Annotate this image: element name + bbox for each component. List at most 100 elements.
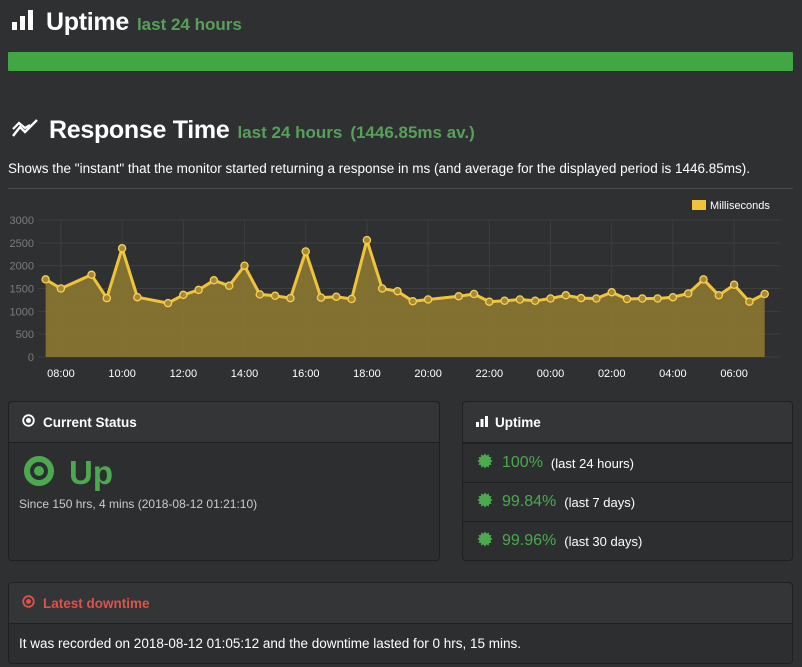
x-tick-label: 12:00 <box>170 368 198 380</box>
x-tick-label: 18:00 <box>353 368 381 380</box>
certificate-icon <box>477 530 493 552</box>
data-point <box>638 294 647 303</box>
data-point <box>576 293 586 303</box>
data-point <box>653 294 662 303</box>
data-point <box>270 291 280 301</box>
data-point <box>332 292 341 301</box>
x-tick-label: 08:00 <box>47 368 75 380</box>
response-time-title: Response Time <box>49 116 230 144</box>
y-tick-label: 0 <box>28 352 34 364</box>
latest-downtime-panel: Latest downtime It was recorded on 2018-… <box>8 582 793 664</box>
data-point <box>699 275 708 284</box>
data-point <box>530 296 540 306</box>
y-tick-label: 1500 <box>10 284 34 296</box>
current-status-heading: Current Status <box>43 414 137 430</box>
x-tick-label: 06:00 <box>720 368 748 380</box>
uptime-row: 100% (last 24 hours) <box>463 443 792 482</box>
x-tick-label: 04:00 <box>659 368 687 380</box>
x-tick-label: 02:00 <box>598 368 626 380</box>
data-point <box>87 270 96 280</box>
dot-circle-icon <box>22 595 35 611</box>
y-tick-label: 1000 <box>10 306 34 318</box>
uptime-panel-header: Uptime <box>463 402 792 443</box>
data-point <box>347 294 356 304</box>
legend-label: Milliseconds <box>710 200 770 212</box>
data-point <box>469 289 479 299</box>
data-point <box>179 290 188 300</box>
current-status-panel: Current Status Up Since 150 hrs, 4 mins … <box>8 401 440 561</box>
uptime-percent: 99.96% <box>502 532 557 549</box>
status-dot-icon <box>23 455 55 492</box>
latest-downtime-header: Latest downtime <box>9 583 792 624</box>
data-point <box>393 286 402 296</box>
data-point <box>56 284 66 293</box>
data-point <box>194 285 203 295</box>
uptime-period-label: (last 30 days) <box>564 533 643 549</box>
current-status-header: Current Status <box>9 402 439 443</box>
data-point <box>362 235 372 245</box>
x-tick-label: 10:00 <box>108 368 136 380</box>
uptime-panel-heading: Uptime <box>495 414 541 430</box>
divider <box>8 188 793 189</box>
uptime-bar <box>8 52 793 71</box>
uptime-period-label: (last 7 days) <box>564 494 636 510</box>
uptime-row: 99.84% (last 7 days) <box>463 482 792 521</box>
data-point <box>500 296 509 306</box>
uptime-header: Uptime last 24 hours <box>12 8 242 37</box>
data-point <box>240 261 249 270</box>
status-indicator: Up <box>23 454 113 492</box>
x-tick-label: 14:00 <box>231 368 259 380</box>
legend-swatch <box>692 200 706 210</box>
data-point <box>163 298 173 308</box>
data-point <box>377 284 387 293</box>
data-point <box>561 291 571 300</box>
data-point <box>622 294 632 304</box>
data-point <box>454 292 463 301</box>
uptime-percent: 100% <box>502 454 543 471</box>
data-point <box>714 291 724 300</box>
data-point <box>133 292 142 302</box>
data-point <box>102 293 112 303</box>
certificate-icon <box>477 452 493 474</box>
uptime-period-label: (last 24 hours) <box>550 455 635 471</box>
data-point <box>760 289 769 299</box>
data-point <box>485 297 494 306</box>
response-time-average: (1446.85ms av.) <box>350 123 475 142</box>
bar-chart-icon <box>12 10 34 35</box>
data-point <box>117 244 127 253</box>
data-point <box>745 297 754 306</box>
uptime-row: 99.96% (last 30 days) <box>463 521 792 560</box>
data-point <box>668 292 678 302</box>
response-time-description: Shows the "instant" that the monitor sta… <box>8 161 750 176</box>
line-chart-icon <box>12 118 39 143</box>
certificate-icon <box>477 491 493 513</box>
status-state: Up <box>69 454 113 491</box>
uptime-title: Uptime <box>46 8 129 36</box>
y-tick-label: 3000 <box>10 215 34 227</box>
x-tick-label: 16:00 <box>292 368 320 380</box>
x-tick-label: 00:00 <box>537 368 565 380</box>
data-point <box>408 297 418 306</box>
dot-circle-icon <box>22 414 35 430</box>
data-point <box>515 295 525 304</box>
uptime-panel: Uptime 100% (last 24 hours) 99.84% (last… <box>462 401 793 561</box>
response-time-period: last 24 hours <box>237 123 343 142</box>
data-point <box>41 275 50 284</box>
data-point <box>209 276 219 285</box>
data-point <box>607 287 616 297</box>
data-point <box>316 293 326 302</box>
y-tick-label: 500 <box>16 329 34 341</box>
uptime-period: last 24 hours <box>136 15 242 34</box>
response-time-header: Response Time last 24 hours (1446.85ms a… <box>12 116 475 145</box>
uptime-percent: 99.84% <box>502 493 557 510</box>
data-point <box>423 295 433 304</box>
latest-downtime-heading: Latest downtime <box>43 595 150 611</box>
series-line <box>44 238 766 305</box>
data-point <box>224 281 234 291</box>
data-point <box>683 289 693 298</box>
data-point <box>546 294 555 303</box>
status-since: Since 150 hrs, 4 mins (2018-08-12 01:21:… <box>19 497 258 511</box>
y-tick-label: 2000 <box>10 261 34 273</box>
bar-chart-icon <box>476 415 488 430</box>
data-point <box>592 294 601 303</box>
